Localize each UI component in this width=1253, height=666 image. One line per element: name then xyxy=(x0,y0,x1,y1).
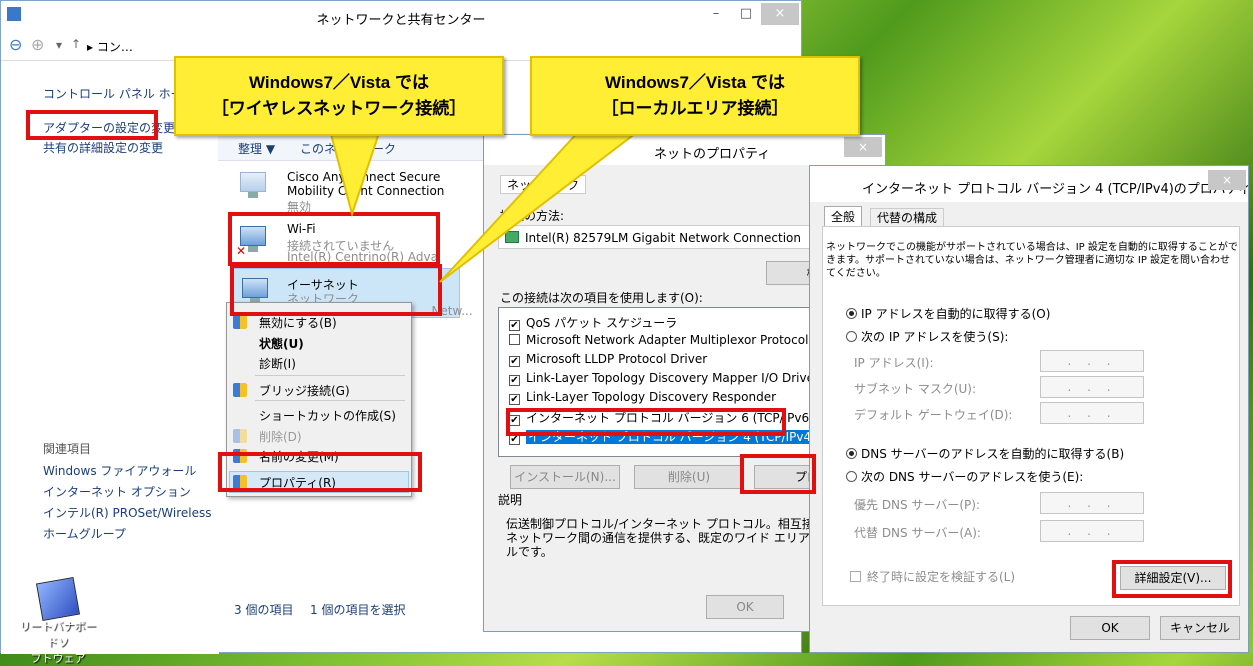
callout-line: ［ローカルエリア接続］ xyxy=(601,99,789,118)
pointer-ethernet xyxy=(439,129,643,283)
desktop-icon-label: リートバナボードソ xyxy=(19,620,97,649)
desktop-shortcut[interactable]: リートバナボードソ フトウェア xyxy=(18,576,98,665)
callout-line: Windows7／Vista では xyxy=(605,73,785,92)
callout-wireless: Windows7／Vista では ［ワイヤレスネットワーク接続］ xyxy=(174,56,504,136)
pointer-wifi xyxy=(328,129,382,218)
callout-line: ［ワイヤレスネットワーク接続］ xyxy=(211,99,467,118)
desktop-icon-label: フトウェア xyxy=(30,652,86,665)
keyboard-software-icon xyxy=(35,576,81,622)
callout-local: Windows7／Vista では ［ローカルエリア接続］ xyxy=(530,56,860,136)
callout-line: Windows7／Vista では xyxy=(249,73,429,92)
